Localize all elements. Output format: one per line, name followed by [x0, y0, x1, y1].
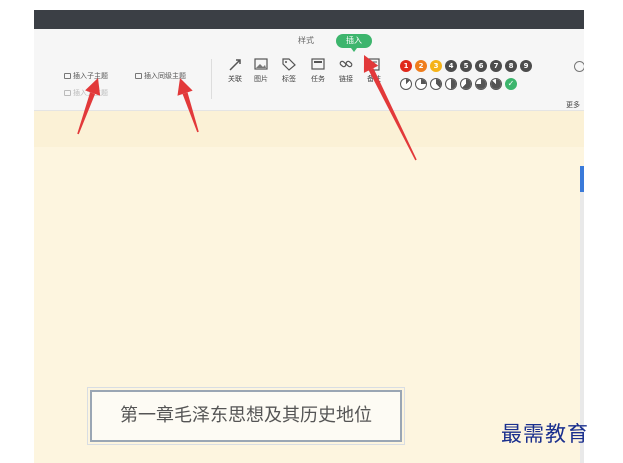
tool-relation[interactable]: 关联 — [223, 57, 247, 84]
parent-topic-icon — [64, 90, 71, 96]
tool-tag[interactable]: 标签 — [277, 57, 301, 84]
priority-5-icon[interactable]: 5 — [460, 60, 472, 72]
child-topic-icon — [64, 73, 71, 79]
priority-3-icon[interactable]: 3 — [430, 60, 442, 72]
insert-child-topic-button[interactable]: 插入子主题 — [64, 71, 108, 81]
progress-38-icon[interactable] — [430, 78, 442, 90]
canvas-band — [34, 111, 584, 147]
insert-child-topic-label: 插入子主题 — [73, 72, 108, 80]
task-icon — [311, 58, 325, 70]
priority-1-icon[interactable]: 1 — [400, 60, 412, 72]
progress-done-icon[interactable]: ✓ — [505, 78, 517, 90]
app-window: 样式 插入 插入子主题 插入同级主题 插入父主题 关联 图片 标签 任务 链接 备注 12… — [34, 10, 584, 463]
title-bar — [34, 10, 584, 29]
priority-8-icon[interactable]: 8 — [505, 60, 517, 72]
tool-task[interactable]: 任务 — [306, 57, 330, 84]
ribbon-divider — [211, 59, 212, 99]
priority-6-icon[interactable]: 6 — [475, 60, 487, 72]
watermark: 最需教育 — [501, 422, 589, 446]
priority-4-icon[interactable]: 4 — [445, 60, 457, 72]
priority-9-icon[interactable]: 9 — [520, 60, 532, 72]
tag-icon — [282, 58, 296, 71]
central-topic[interactable]: 第一章毛泽东思想及其历史地位 — [87, 387, 405, 445]
more-label[interactable]: 更多 — [566, 100, 580, 110]
tool-label: 任务 — [311, 75, 325, 83]
side-panel-tab[interactable] — [580, 166, 584, 192]
tool-label: 链接 — [339, 75, 353, 83]
priority-icons: 123456789 — [400, 60, 532, 72]
active-tab-caret — [351, 48, 357, 52]
progress-50-icon[interactable] — [445, 78, 457, 90]
priority-2-icon[interactable]: 2 — [415, 60, 427, 72]
tool-link[interactable]: 链接 — [334, 57, 358, 84]
tool-label: 关联 — [228, 75, 242, 83]
tool-label: 标签 — [282, 75, 296, 83]
insert-parent-topic-label: 插入父主题 — [73, 89, 108, 97]
insert-parent-topic-button[interactable]: 插入父主题 — [64, 88, 108, 98]
progress-icons: ✓ — [400, 78, 517, 90]
progress-13-icon[interactable] — [400, 78, 412, 90]
insert-sibling-topic-label: 插入同级主题 — [144, 72, 186, 80]
progress-75-icon[interactable] — [475, 78, 487, 90]
tab-insert[interactable]: 插入 — [336, 34, 372, 48]
progress-25-icon[interactable] — [415, 78, 427, 90]
image-icon — [254, 58, 268, 70]
relation-icon — [229, 59, 241, 71]
tool-label: 备注 — [367, 75, 381, 83]
ribbon-toolbar: 样式 插入 插入子主题 插入同级主题 插入父主题 关联 图片 标签 任务 链接 备注 12… — [34, 29, 584, 111]
sibling-topic-icon — [135, 73, 142, 79]
progress-63-icon[interactable] — [460, 78, 472, 90]
note-icon — [368, 58, 380, 71]
link-icon — [339, 60, 353, 68]
tool-note[interactable]: 备注 — [362, 57, 386, 84]
progress-88-icon[interactable] — [490, 78, 502, 90]
smiley-icon[interactable] — [574, 61, 584, 72]
tool-label: 图片 — [254, 75, 268, 83]
insert-sibling-topic-button[interactable]: 插入同级主题 — [135, 71, 186, 81]
priority-7-icon[interactable]: 7 — [490, 60, 502, 72]
tab-style[interactable]: 样式 — [298, 34, 314, 48]
tool-image[interactable]: 图片 — [249, 57, 273, 84]
